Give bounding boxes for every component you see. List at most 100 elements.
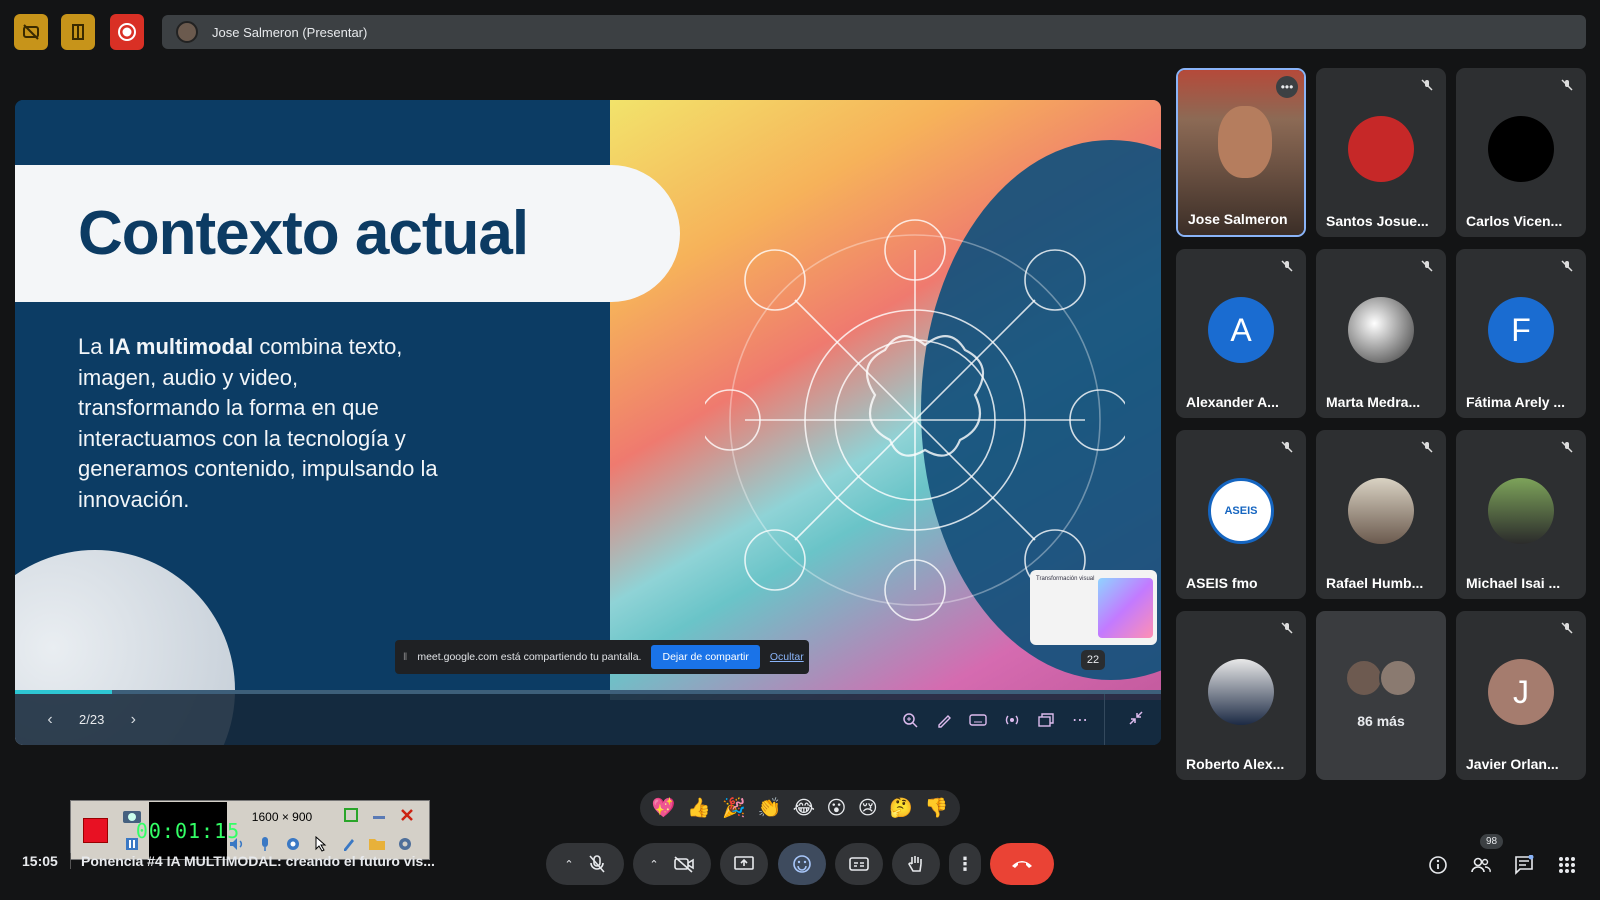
captions-icon bbox=[849, 857, 869, 871]
recording-indicator-button[interactable] bbox=[110, 14, 144, 50]
mic-off-icon bbox=[589, 855, 605, 873]
screen-share-notice: ‖ meet.google.com está compartiendo tu p… bbox=[395, 640, 809, 674]
more-vert-icon: ⋮ bbox=[956, 853, 974, 874]
reaction-emoji-button[interactable]: 💖 bbox=[652, 796, 676, 820]
record-stop-button[interactable] bbox=[83, 818, 108, 843]
broadcast-icon[interactable] bbox=[1002, 710, 1022, 730]
avatar bbox=[1348, 478, 1414, 544]
chevron-up-icon[interactable]: ⌃ bbox=[649, 858, 658, 871]
mic-off-icon bbox=[1280, 440, 1294, 459]
participant-tile[interactable]: Roberto Alex... bbox=[1176, 611, 1306, 780]
presenter-bar: Jose Salmeron (Presentar) bbox=[162, 15, 1586, 49]
participant-tile[interactable]: Rafael Humb... bbox=[1316, 430, 1446, 599]
clock: 15:05 bbox=[22, 853, 58, 869]
aseis-logo-avatar: ASEIS bbox=[1208, 478, 1274, 544]
participant-tile[interactable]: ••• Jose Salmeron bbox=[1176, 68, 1306, 237]
people-icon[interactable] bbox=[1470, 854, 1492, 876]
participant-face bbox=[1218, 106, 1272, 178]
chevron-up-icon[interactable]: ⌃ bbox=[564, 858, 573, 871]
minimize-icon[interactable] bbox=[367, 803, 391, 827]
more-participants-tile[interactable]: 86 más bbox=[1316, 611, 1446, 780]
chat-icon[interactable] bbox=[1513, 854, 1535, 876]
participant-tile[interactable]: J Javier Orlan... bbox=[1456, 611, 1586, 780]
presenter-label: Jose Salmeron (Presentar) bbox=[212, 24, 368, 40]
presentation-stage: Contexto actual La IA multimodal combina… bbox=[15, 100, 1161, 745]
more-options-button[interactable]: ⋮ bbox=[949, 843, 981, 885]
participant-name: Marta Medra... bbox=[1326, 394, 1421, 410]
thumbnail-page-badge: 22 bbox=[1081, 650, 1105, 670]
mic-off-icon bbox=[1560, 259, 1574, 278]
leave-call-button[interactable] bbox=[990, 843, 1054, 885]
pen-icon[interactable] bbox=[934, 710, 954, 730]
recording-timer: 00:01:15 bbox=[136, 802, 239, 859]
mic-off-icon bbox=[1420, 259, 1434, 278]
participant-name: Roberto Alex... bbox=[1186, 756, 1285, 772]
reactions-button[interactable] bbox=[778, 843, 826, 885]
captions-button[interactable] bbox=[835, 843, 883, 885]
zoom-in-icon[interactable] bbox=[900, 710, 920, 730]
participant-tile[interactable]: Marta Medra... bbox=[1316, 249, 1446, 418]
participant-count-badge: 98 bbox=[1480, 834, 1504, 849]
reaction-emoji-button[interactable]: 😢 bbox=[858, 797, 878, 820]
window-icon[interactable] bbox=[1036, 710, 1056, 730]
more-participants-label: 86 más bbox=[1357, 713, 1405, 729]
participant-name: Santos Josue... bbox=[1326, 213, 1429, 229]
meeting-info-icon[interactable] bbox=[1427, 854, 1449, 876]
recording-dimensions: 1600 × 900 bbox=[251, 810, 313, 824]
keyboard-icon[interactable] bbox=[968, 710, 988, 730]
participant-tile[interactable]: F Fátima Arely ... bbox=[1456, 249, 1586, 418]
present-screen-button[interactable] bbox=[720, 843, 768, 885]
avatar: F bbox=[1488, 297, 1554, 363]
participant-tile[interactable]: A Alexander A... bbox=[1176, 249, 1306, 418]
reaction-emoji-button[interactable]: 🤔 bbox=[889, 796, 913, 820]
prev-slide-chevron-icon[interactable]: ‹ bbox=[35, 711, 65, 729]
next-slide-thumbnail[interactable]: Transformación visual bbox=[1030, 570, 1157, 645]
apps-grid-icon[interactable] bbox=[1556, 854, 1578, 876]
page-indicator: 2/23 bbox=[79, 712, 105, 727]
mic-off-icon bbox=[1560, 621, 1574, 640]
reaction-emoji-button[interactable]: 👎 bbox=[924, 796, 948, 820]
participant-tile[interactable]: Carlos Vicen... bbox=[1456, 68, 1586, 237]
participant-tile[interactable]: Michael Isai ... bbox=[1456, 430, 1586, 599]
raise-hand-icon bbox=[908, 856, 922, 872]
close-icon[interactable] bbox=[395, 803, 419, 827]
tools-divider bbox=[1104, 694, 1105, 745]
avatar bbox=[1379, 659, 1417, 697]
reaction-emoji-button[interactable]: 😮 bbox=[826, 797, 846, 820]
participant-name: Fátima Arely ... bbox=[1466, 394, 1566, 410]
reaction-emoji-button[interactable]: 👏 bbox=[757, 796, 781, 820]
slide-body-text: La IA multimodal combina texto, imagen, … bbox=[78, 332, 438, 515]
drag-handle-icon[interactable]: ‖ bbox=[403, 651, 407, 663]
mic-toggle-button[interactable]: ⌃ bbox=[546, 843, 624, 885]
next-slide-chevron-icon[interactable]: › bbox=[118, 711, 148, 729]
reaction-emoji-button[interactable]: 😂 bbox=[793, 797, 815, 820]
participant-tile[interactable]: ASEIS ASEIS fmo bbox=[1176, 430, 1306, 599]
ai-brain-wheel-illustration bbox=[705, 219, 1125, 621]
hide-notice-link[interactable]: Ocultar bbox=[770, 651, 804, 663]
no-camera-icon-button[interactable] bbox=[14, 14, 48, 50]
mic-off-icon bbox=[1560, 78, 1574, 97]
participant-tile[interactable]: Santos Josue... bbox=[1316, 68, 1446, 237]
participant-name: Michael Isai ... bbox=[1466, 575, 1561, 591]
raise-hand-button[interactable] bbox=[892, 843, 940, 885]
camera-toggle-button[interactable]: ⌃ bbox=[633, 843, 711, 885]
slide-controls-bar: ‹ 2/23 › ⋯ bbox=[15, 694, 1161, 745]
reaction-emoji-button[interactable]: 🎉 bbox=[722, 796, 746, 820]
screen-recorder-widget: 00:01:15 1600 × 900 bbox=[70, 800, 430, 860]
mic-off-icon bbox=[1280, 259, 1294, 278]
share-notice-text: meet.google.com está compartiendo tu pan… bbox=[417, 651, 642, 663]
avatar bbox=[1488, 116, 1554, 182]
region-select-icon[interactable] bbox=[339, 803, 363, 827]
participant-name: Carlos Vicen... bbox=[1466, 213, 1563, 229]
exit-fullscreen-icon[interactable] bbox=[1127, 709, 1145, 732]
mic-off-icon bbox=[1420, 78, 1434, 97]
participant-name: ASEIS fmo bbox=[1186, 575, 1258, 591]
building-icon-button[interactable] bbox=[61, 14, 95, 50]
participant-name: Javier Orlan... bbox=[1466, 756, 1559, 772]
reaction-emoji-button[interactable]: 👍 bbox=[687, 796, 711, 820]
more-options-icon[interactable]: ⋯ bbox=[1070, 710, 1090, 730]
more-options-icon[interactable]: ••• bbox=[1276, 76, 1298, 98]
hang-up-icon bbox=[1012, 861, 1032, 868]
avatar: J bbox=[1488, 659, 1554, 725]
stop-sharing-button[interactable]: Dejar de compartir bbox=[651, 645, 760, 669]
